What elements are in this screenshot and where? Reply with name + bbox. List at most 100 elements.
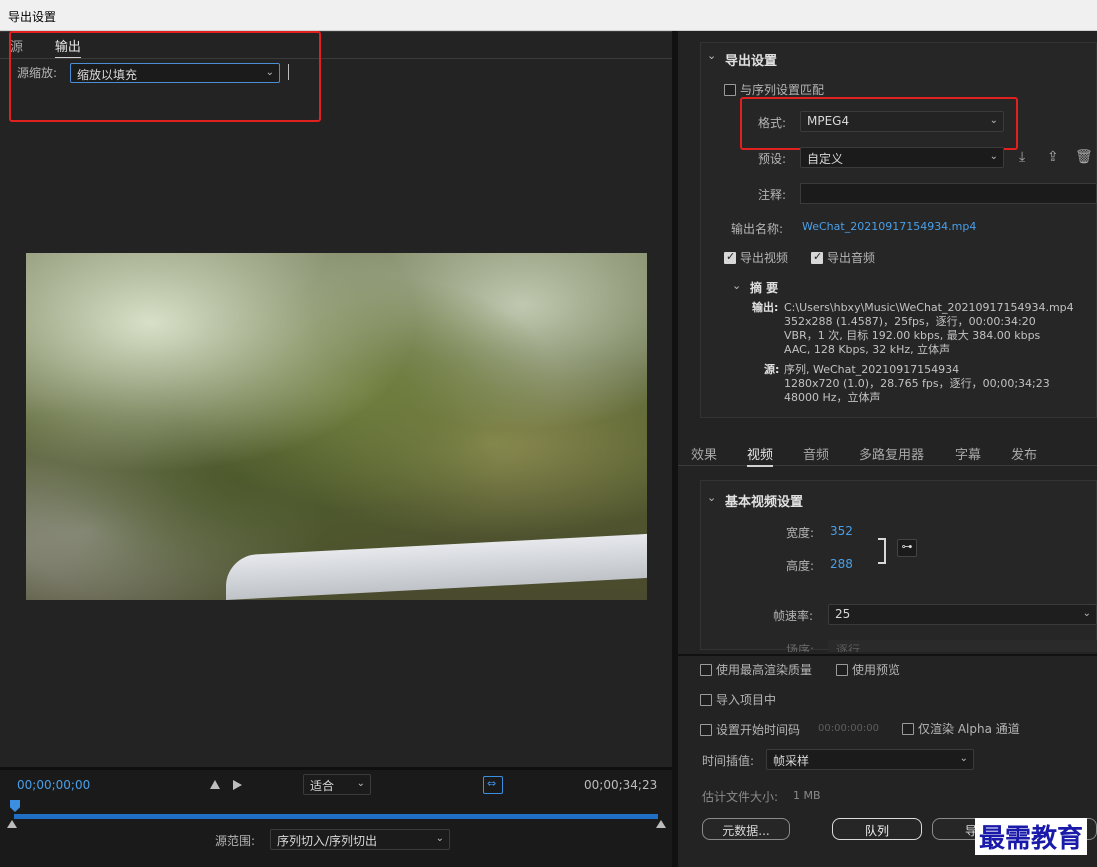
- divider: [0, 767, 672, 770]
- tab-effects[interactable]: 效果: [691, 444, 717, 465]
- checkbox-icon: [724, 84, 736, 96]
- match-sequence-checkbox[interactable]: 与序列设置匹配: [724, 81, 824, 98]
- summary-line: 352x288 (1.4587)，25fps，逐行，00:00:34:20: [784, 315, 1036, 328]
- alpha-only-label: 仅渲染 Alpha 通道: [918, 722, 1020, 736]
- source-range-select[interactable]: 序列切入/序列切出 ⌄: [270, 829, 450, 850]
- use-preview-checkbox[interactable]: 使用预览: [836, 661, 900, 678]
- timecode-end: 00;00;34;23: [584, 778, 658, 792]
- source-range-label: 源范围:: [215, 834, 256, 848]
- zoom-fit-select[interactable]: 适合 ⌄: [303, 774, 371, 795]
- framerate-label: 帧速率:: [773, 609, 814, 623]
- summary-line: 48000 Hz，立体声: [784, 391, 881, 404]
- chevron-down-icon: ⌄: [989, 151, 998, 162]
- field-order-label: 场序:: [786, 643, 815, 652]
- preset-value: 自定义: [807, 152, 844, 166]
- summary-output-key: 输出:: [752, 301, 779, 314]
- settings-tabs: 效果 视频 音频 多路复用器 字幕 发布: [678, 438, 1097, 467]
- start-timecode-checkbox[interactable]: 设置开始时间码: [700, 721, 800, 738]
- max-render-label: 使用最高渲染质量: [716, 663, 813, 677]
- height-value[interactable]: 288: [830, 557, 853, 571]
- aspect-correction-button[interactable]: ⇔: [483, 776, 503, 794]
- alpha-only-checkbox[interactable]: 仅渲染 Alpha 通道: [902, 720, 1020, 737]
- window-title: 导出设置: [8, 10, 57, 24]
- tab-audio[interactable]: 音频: [803, 444, 829, 465]
- summary-header: 摘 要: [750, 281, 779, 295]
- summary-line: C:\Users\hbxy\Music\WeChat_2021091715493…: [784, 301, 1074, 314]
- start-timecode-label: 设置开始时间码: [716, 723, 801, 737]
- checkbox-icon: [811, 250, 823, 264]
- import-project-label: 导入项目中: [716, 693, 777, 707]
- export-video-label: 导出视频: [740, 251, 789, 265]
- chevron-down-icon: ⌄: [435, 833, 444, 844]
- time-interpolation-value: 帧采样: [773, 754, 810, 768]
- tab-multiplexer[interactable]: 多路复用器: [859, 444, 924, 465]
- zoom-fit-value: 适合: [310, 779, 335, 793]
- import-preset-icon[interactable]: ⇪: [1047, 149, 1059, 165]
- checkbox-icon: [700, 694, 712, 706]
- chevron-down-icon: ⌄: [959, 753, 968, 764]
- checkbox-icon: [700, 724, 712, 736]
- export-video-checkbox[interactable]: 导出视频: [724, 249, 788, 266]
- metadata-button[interactable]: 元数据...: [702, 818, 790, 840]
- width-value[interactable]: 352: [830, 524, 853, 538]
- use-preview-label: 使用预览: [852, 663, 901, 677]
- tab-video[interactable]: 视频: [747, 444, 774, 467]
- time-interpolation-select[interactable]: 帧采样 ⌄: [766, 749, 974, 770]
- tab-captions[interactable]: 字幕: [955, 444, 981, 465]
- preset-label: 预设:: [758, 152, 787, 166]
- video-foreground-car: [226, 532, 647, 600]
- video-preview: [26, 253, 647, 600]
- preset-select[interactable]: 自定义 ⌄: [800, 147, 1004, 168]
- summary-output-block: C:\Users\hbxy\Music\WeChat_2021091715493…: [784, 301, 1094, 357]
- output-name-label: 输出名称:: [731, 222, 784, 236]
- set-out-point-icon[interactable]: [233, 780, 242, 790]
- comment-input[interactable]: [800, 183, 1097, 204]
- checkbox-icon: [724, 250, 736, 264]
- summary-source-block: 序列, WeChat_20210917154934 1280x720 (1.0)…: [784, 363, 1094, 405]
- timecode-start[interactable]: 00;00;00;00: [17, 778, 90, 792]
- collapse-chevron-icon[interactable]: ⌄: [707, 49, 716, 62]
- constrain-proportions-button[interactable]: ⊶: [897, 539, 917, 557]
- file-size-label: 估计文件大小:: [702, 790, 779, 804]
- max-render-checkbox[interactable]: 使用最高渲染质量: [700, 661, 812, 678]
- chevron-down-icon: ⌄: [356, 778, 365, 789]
- checkbox-icon: [836, 664, 848, 676]
- output-name-link[interactable]: WeChat_20210917154934.mp4: [802, 220, 976, 233]
- start-timecode-value: 00:00:00:00: [818, 723, 880, 734]
- time-interpolation-label: 时间插值:: [702, 754, 755, 768]
- comment-label: 注释:: [758, 188, 787, 202]
- highlight-box: [9, 31, 321, 122]
- collapse-chevron-icon[interactable]: ⌄: [732, 279, 741, 292]
- tab-publish[interactable]: 发布: [1011, 444, 1037, 465]
- summary-line: AAC, 128 Kbps, 32 kHz, 立体声: [784, 343, 951, 356]
- highlight-box: [740, 97, 1018, 150]
- delete-preset-icon[interactable]: 🗑: [1075, 149, 1093, 165]
- export-audio-checkbox[interactable]: 导出音频: [811, 249, 875, 266]
- match-sequence-label: 与序列设置匹配: [740, 83, 825, 97]
- collapse-chevron-icon[interactable]: ⌄: [707, 491, 716, 504]
- timeline-track[interactable]: [14, 814, 658, 819]
- link-bracket: [878, 538, 886, 564]
- window-title-bar: 导出设置: [0, 0, 1097, 31]
- watermark-logo: 最需教育: [975, 818, 1088, 855]
- import-project-checkbox[interactable]: 导入项目中: [700, 691, 776, 708]
- queue-button[interactable]: 队列: [832, 818, 922, 840]
- save-preset-icon[interactable]: ⤓: [1019, 149, 1025, 165]
- height-label: 高度:: [786, 559, 815, 573]
- link-icon: ⊶: [901, 540, 913, 553]
- fit-frame-icon: ⇔: [487, 777, 497, 790]
- framerate-select[interactable]: 25 ⌄: [828, 604, 1097, 625]
- field-order-select[interactable]: 逐行: [828, 640, 1097, 652]
- width-label: 宽度:: [786, 526, 815, 540]
- set-in-point-icon[interactable]: [210, 780, 220, 789]
- checkbox-icon: [700, 664, 712, 676]
- basic-video-header: 基本视频设置: [725, 495, 804, 510]
- source-range-value: 序列切入/序列切出: [277, 834, 378, 848]
- field-order-row-clipped: 场序: 逐行: [678, 638, 1097, 652]
- summary-line: 序列, WeChat_20210917154934: [784, 363, 960, 376]
- summary-line: 1280x720 (1.0)，28.765 fps，逐行，00;00;34;23: [784, 377, 1050, 390]
- export-audio-label: 导出音频: [827, 251, 876, 265]
- in-point-marker-icon[interactable]: [7, 820, 17, 828]
- out-point-marker-icon[interactable]: [656, 820, 666, 828]
- summary-source-key: 源:: [764, 363, 780, 376]
